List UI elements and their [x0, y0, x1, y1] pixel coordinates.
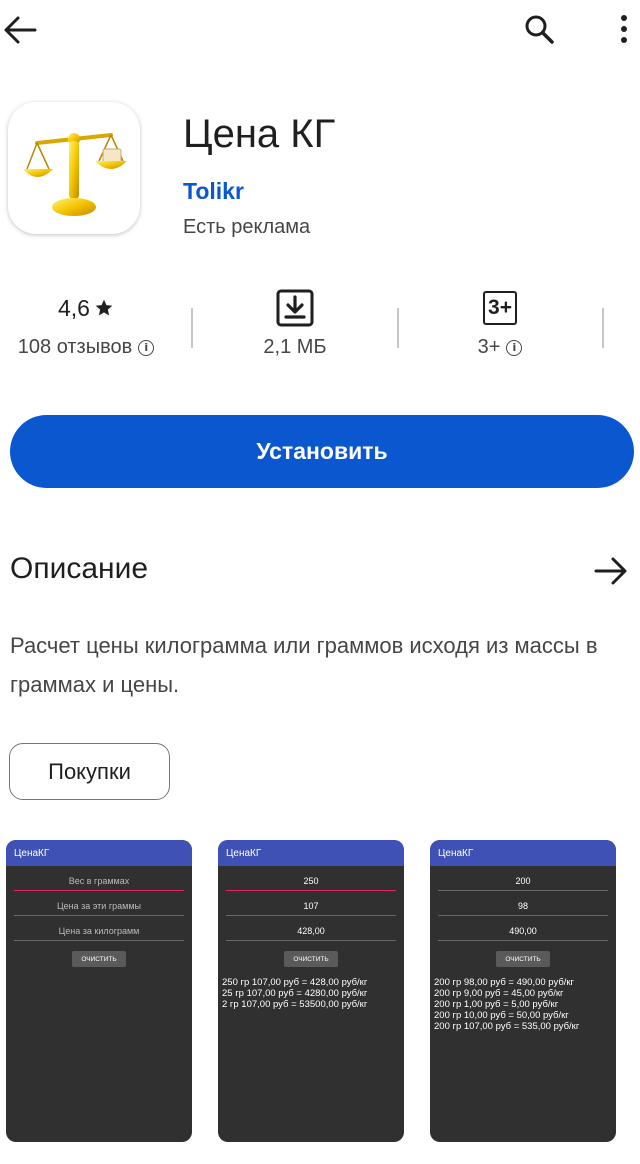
screenshot-history: 250 гр 107,00 руб = 428,00 руб/кг 25 гр … [218, 967, 404, 1010]
screenshot-app-title: ЦенаКГ [6, 840, 192, 866]
screenshot-app-title: ЦенаКГ [430, 840, 616, 866]
search-button[interactable] [518, 8, 560, 50]
description-title: Описание [10, 552, 149, 585]
age-rating-stat[interactable]: 3+ 3+ i [414, 286, 586, 359]
screenshot-clear-button: ОЧИСТИТЬ [72, 951, 126, 967]
scales-icon [23, 133, 127, 216]
screenshot-clear-button: ОЧИСТИТЬ [284, 951, 338, 967]
info-icon: i [138, 339, 155, 356]
screenshot-1[interactable]: ЦенаКГ Вес в граммах Цена за эти граммы … [6, 840, 192, 1142]
screenshot-field: 200 [438, 866, 608, 891]
app-title: Цена КГ [183, 112, 336, 156]
purchases-chip[interactable]: Покупки [9, 743, 170, 800]
screenshot-clear-button: ОЧИСТИТЬ [496, 951, 550, 967]
history-line: 200 гр 9,00 руб = 45,00 руб/кг [434, 988, 564, 999]
install-button[interactable]: Установить [10, 415, 634, 488]
divider [397, 308, 399, 348]
age-rating-badge: 3+ [483, 291, 517, 325]
screenshot-2[interactable]: ЦенаКГ 250 107 428,00 ОЧИСТИТЬ 250 гр 10… [218, 840, 404, 1142]
divider [191, 308, 193, 348]
size-stat: 2,1 МБ [210, 286, 380, 359]
download-icon [276, 289, 314, 327]
history-line: 200 гр 107,00 руб = 535,00 руб/кг [434, 1021, 580, 1032]
history-line: 200 гр 10,00 руб = 50,00 руб/кг [434, 1010, 569, 1021]
screenshot-field: 107 [226, 891, 396, 916]
rating-stat[interactable]: 4,6 108 отзывов i [0, 286, 172, 359]
ads-notice: Есть реклама [183, 216, 311, 238]
info-icon: i [506, 339, 523, 356]
top-app-bar [0, 0, 640, 62]
star-icon [95, 299, 113, 316]
screenshot-field: 428,00 [226, 916, 396, 941]
screenshot-field: 490,00 [438, 916, 608, 941]
screenshot-app-title: ЦенаКГ [218, 840, 404, 866]
arrow-forward-icon [594, 557, 627, 585]
back-button[interactable] [0, 10, 40, 50]
developer-link[interactable]: Tolikr [183, 178, 244, 205]
history-line: 200 гр 98,00 руб = 490,00 руб/кг [434, 977, 575, 988]
screenshot-field: Цена за эти граммы [14, 891, 184, 916]
search-icon [525, 15, 554, 44]
history-line: 25 гр 107,00 руб = 4280,00 руб/кг [222, 988, 368, 999]
screenshot-field: Цена за килограмм [14, 916, 184, 941]
screenshot-field: 250 [226, 866, 396, 891]
screenshot-field: Вес в граммах [14, 866, 184, 891]
more-options-button[interactable] [612, 8, 636, 50]
app-icon [8, 102, 140, 234]
screenshot-history: 200 гр 98,00 руб = 490,00 руб/кг 200 гр … [430, 967, 616, 1032]
history-line: 200 гр 1,00 руб = 5,00 руб/кг [434, 999, 559, 1010]
age-rating-label: 3+ [477, 336, 501, 358]
history-line: 250 гр 107,00 руб = 428,00 руб/кг [222, 977, 368, 988]
divider [602, 308, 604, 348]
screenshot-field: 98 [438, 891, 608, 916]
reviews-count: 108 отзывов [17, 336, 133, 358]
rating-value: 4,6 [58, 294, 90, 321]
description-text: Расчет цены килограмма или граммов исход… [10, 633, 598, 697]
history-line: 2 гр 107,00 руб = 53500,00 руб/кг [222, 999, 368, 1010]
stats-row: 4,6 108 отзывов i 2,1 МБ 3+ 3+ i [0, 286, 640, 370]
description-more-button[interactable] [592, 554, 630, 588]
more-vert-icon [621, 15, 627, 43]
app-size: 2,1 МБ [263, 336, 327, 358]
screenshot-3[interactable]: ЦенаКГ 200 98 490,00 ОЧИСТИТЬ 200 гр 98,… [430, 840, 616, 1142]
arrow-back-icon [4, 16, 37, 44]
